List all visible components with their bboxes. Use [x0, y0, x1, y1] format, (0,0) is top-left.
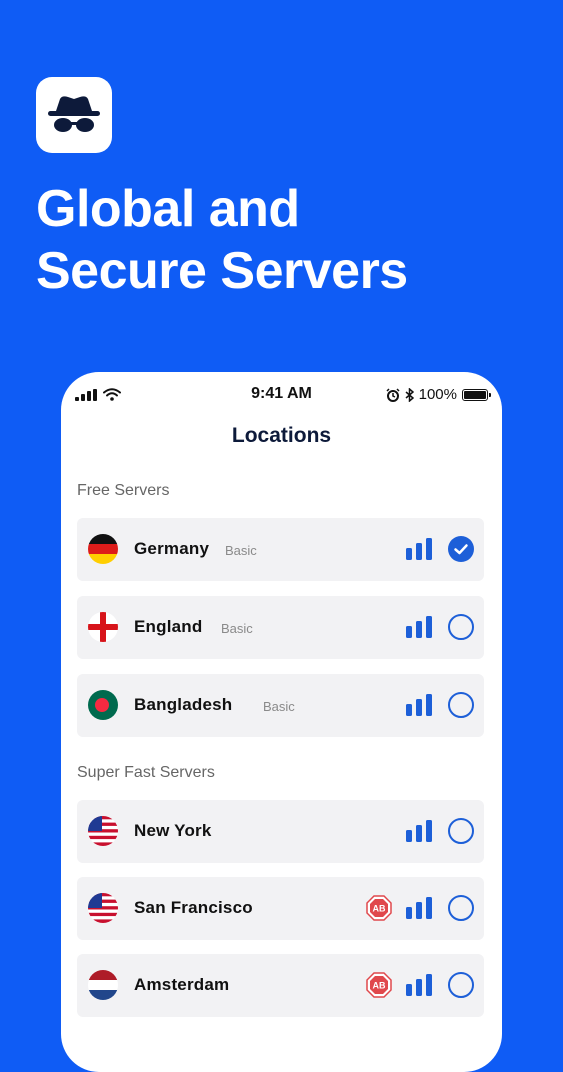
- status-right: 100%: [386, 386, 491, 403]
- headline: Global and Secure Servers: [36, 178, 408, 302]
- incognito-icon: [48, 96, 100, 132]
- england-flag-icon: [88, 612, 118, 642]
- screen-title: Locations: [231, 424, 332, 447]
- checkmark-icon: [454, 544, 468, 555]
- signal-strength-icon: [406, 974, 432, 996]
- bangladesh-flag-icon: [88, 690, 118, 720]
- server-row-england[interactable]: England Basic: [77, 596, 484, 659]
- signal-strength-icon: [406, 820, 432, 842]
- server-row-germany[interactable]: Germany Basic: [77, 518, 484, 581]
- headline-line-2: Secure Servers: [36, 242, 408, 300]
- ad-block-badge-icon: AB: [366, 895, 392, 921]
- server-row-bangladesh[interactable]: Bangladesh Basic: [77, 674, 484, 737]
- unselected-radio[interactable]: [448, 972, 474, 998]
- ad-block-badge-text: AB: [373, 904, 386, 914]
- server-tag: Basic: [263, 699, 295, 714]
- signal-strength-icon: [406, 538, 432, 560]
- ad-block-badge-text: AB: [373, 981, 386, 991]
- netherlands-flag-icon: [88, 970, 118, 1000]
- section-label-free: Free Servers: [77, 482, 170, 499]
- germany-flag-icon: [88, 534, 118, 564]
- headline-line-1: Global and: [36, 180, 300, 238]
- battery-icon: [462, 388, 491, 401]
- server-name: Germany: [134, 539, 210, 558]
- server-name: Amsterdam: [134, 975, 230, 994]
- battery-percent: 100%: [418, 386, 457, 403]
- unselected-radio[interactable]: [448, 692, 474, 718]
- signal-strength-icon: [406, 616, 432, 638]
- server-name: Bangladesh: [134, 695, 233, 714]
- server-row-new-york[interactable]: New York: [77, 800, 484, 863]
- app-icon: [36, 77, 112, 153]
- status-bar: 9:41 AM 100%: [61, 372, 502, 418]
- phone-mockup: 9:41 AM 100% Locations Free Servers Germ…: [61, 372, 502, 1072]
- selected-radio[interactable]: [448, 536, 474, 562]
- server-tag: Basic: [225, 543, 257, 558]
- unselected-radio[interactable]: [448, 614, 474, 640]
- unselected-radio[interactable]: [448, 818, 474, 844]
- server-tag: Basic: [221, 621, 253, 636]
- alarm-icon: [386, 387, 400, 402]
- ad-block-badge-icon: AB: [366, 972, 392, 998]
- server-name: England: [134, 617, 203, 636]
- usa-flag-icon: [88, 816, 118, 846]
- unselected-radio[interactable]: [448, 895, 474, 921]
- section-label-super-fast: Super Fast Servers: [77, 764, 215, 781]
- usa-flag-icon: [88, 893, 118, 923]
- server-name: San Francisco: [134, 898, 253, 917]
- bluetooth-icon: [405, 387, 414, 402]
- server-name: New York: [134, 821, 212, 840]
- server-row-san-francisco[interactable]: San Francisco AB: [77, 877, 484, 940]
- signal-strength-icon: [406, 897, 432, 919]
- signal-strength-icon: [406, 694, 432, 716]
- server-row-amsterdam[interactable]: Amsterdam AB: [77, 954, 484, 1017]
